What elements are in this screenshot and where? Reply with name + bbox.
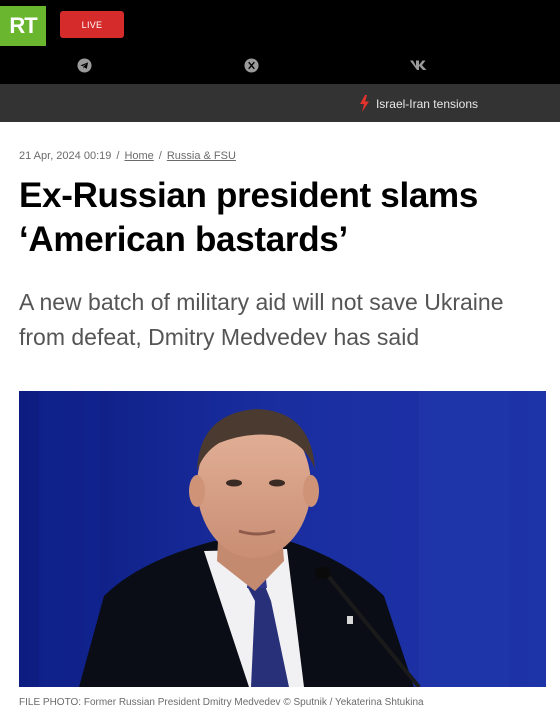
social-links <box>0 57 560 73</box>
lightning-icon <box>359 95 369 112</box>
live-button[interactable]: LIVE <box>60 11 124 38</box>
article-subtitle: A new batch of military aid will not sav… <box>19 289 504 350</box>
x-icon[interactable] <box>243 57 259 73</box>
photo-caption: FILE PHOTO: Former Russian President Dmi… <box>19 697 424 708</box>
breadcrumb-separator: / <box>158 150 162 162</box>
article-photo <box>19 391 546 687</box>
breadcrumb-separator: / <box>116 150 120 162</box>
trending-label: Israel-Iran tensions <box>375 96 478 111</box>
breadcrumb-home[interactable]: Home <box>124 150 153 162</box>
rt-logo[interactable]: RT <box>0 6 46 46</box>
telegram-icon[interactable] <box>76 57 92 73</box>
breadcrumb-russia-fsu[interactable]: Russia & FSU <box>167 150 236 162</box>
top-navigation-bar: RT LIVE <box>0 0 560 84</box>
logo-text: RT <box>9 13 37 38</box>
publish-date: 21 Apr, 2024 00:19 <box>19 150 112 162</box>
article-title: Ex-Russian president slams ‘American bas… <box>19 176 479 259</box>
trending-link[interactable]: Israel-Iran tensions <box>359 95 478 112</box>
article-meta: 21 Apr, 2024 00:19 / Home / Russia & FSU <box>19 150 236 162</box>
vk-icon[interactable] <box>409 57 429 73</box>
